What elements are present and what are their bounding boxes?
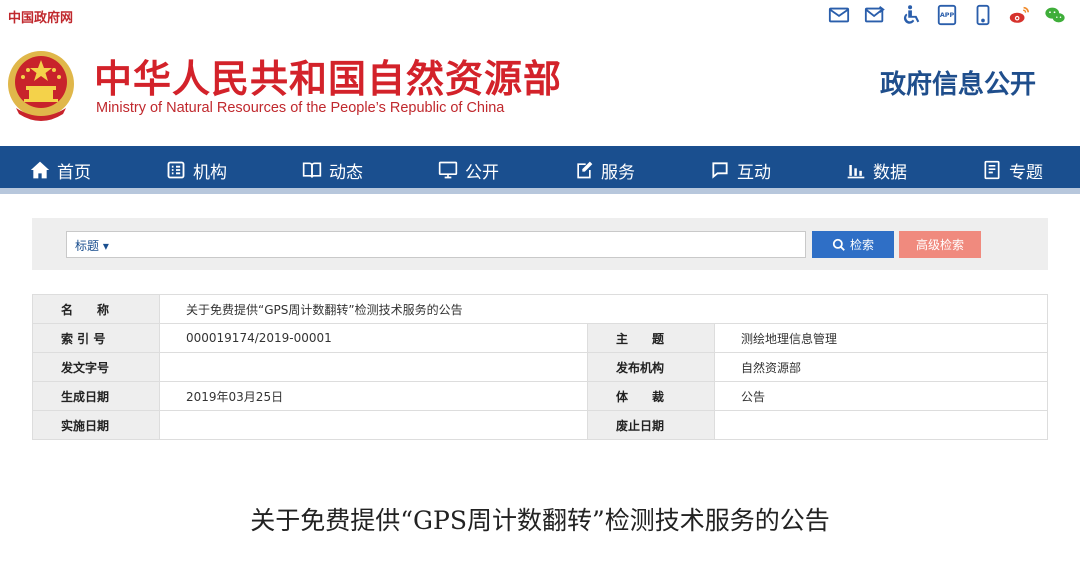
nav-item-org[interactable]: 机构 [166,146,227,194]
gov-portal-link[interactable]: 中国政府网 [8,7,73,26]
edit-icon [577,161,593,179]
nav-item-home[interactable]: 首页 [30,146,91,194]
table-row: 实施日期 废止日期 [32,410,1048,440]
main-nav: 首页 机构 动态 公开 服务 互动 数据 专题 [0,146,1080,194]
nav-item-label: 专题 [1009,162,1043,183]
nav-item-interact[interactable]: 互动 [710,146,771,194]
subject-label: 主 题 [587,323,715,353]
nav-item-service[interactable]: 服务 [574,146,635,194]
subject-value: 测绘地理信息管理 [714,323,1048,353]
publisher-label: 发布机构 [587,352,715,382]
search-icon [832,238,845,251]
chat-icon [712,162,728,179]
top-bar: 中国政府网 APP [0,0,1080,30]
monitor-icon [438,161,458,179]
publisher-value: 自然资源部 [714,352,1048,382]
doc-number-label: 发文字号 [32,352,160,382]
nav-item-label: 首页 [57,162,91,183]
search-button[interactable]: 检索 [812,231,894,258]
created-date-value: 2019年03月25日 [159,381,588,411]
nav-item-news[interactable]: 动态 [302,146,363,194]
nav-item-label: 公开 [465,162,499,183]
search-box: 标题 ▾ [66,231,806,258]
site-title: 中华人民共和国自然资源部 [94,57,563,101]
table-row: 发文字号 发布机构 自然资源部 [32,352,1048,382]
nav-item-label: 服务 [601,162,635,183]
article-title-wrap: 关于免费提供“GPS周计数翻转”检测技术服务的公告 [0,503,1080,539]
org-icon [167,161,185,179]
nav-item-label: 机构 [193,162,227,183]
expire-date-value [714,410,1048,440]
document-icon [984,160,1000,180]
genre-label: 体 裁 [587,381,715,411]
name-value: 关于免费提供“GPS周计数翻转”检测技术服务的公告 [159,294,1048,324]
effective-date-label: 实施日期 [32,410,160,440]
index-label: 索 引 号 [32,323,160,353]
mail-icon[interactable] [828,4,850,26]
national-emblem-icon [8,51,74,121]
advanced-search-button[interactable]: 高级检索 [899,231,981,258]
home-icon [30,161,50,179]
wechat-icon[interactable] [1044,4,1066,26]
app-icon[interactable]: APP [936,4,958,26]
table-row: 生成日期 2019年03月25日 体 裁 公告 [32,381,1048,411]
nav-item-label: 互动 [737,162,771,183]
svg-text:APP: APP [940,11,955,19]
nav-item-data[interactable]: 数据 [846,146,907,194]
doc-number-value [159,352,588,382]
book-icon [302,162,322,178]
table-row: 名 称 关于免费提供“GPS周计数翻转”检测技术服务的公告 [32,294,1048,324]
name-label: 名 称 [32,294,160,324]
search-panel: 标题 ▾ 检索 高级检索 [32,218,1048,270]
site-subtitle: Ministry of Natural Resources of the Peo… [96,100,505,116]
expire-date-label: 废止日期 [587,410,715,440]
article-title: 关于免费提供“GPS周计数翻转”检测技术服务的公告 [250,506,830,535]
genre-value: 公告 [714,381,1048,411]
index-value: 000019174/2019-00001 [159,323,588,353]
top-icons: APP [828,4,1066,26]
nav-item-topic[interactable]: 专题 [982,146,1043,194]
site-header: 中华人民共和国自然资源部 Ministry of Natural Resourc… [0,30,1080,146]
document-info-table: 名 称 关于免费提供“GPS周计数翻转”检测技术服务的公告 索 引 号 0000… [32,294,1048,440]
mail-forward-icon[interactable] [864,4,886,26]
bar-chart-icon [847,165,865,179]
mobile-icon[interactable] [972,4,994,26]
weibo-icon[interactable] [1008,4,1030,26]
nav-item-label: 数据 [873,162,907,183]
effective-date-value [159,410,588,440]
table-row: 索 引 号 000019174/2019-00001 主 题 测绘地理信息管理 [32,323,1048,353]
created-date-label: 生成日期 [32,381,160,411]
search-input[interactable] [127,234,797,255]
section-title: 政府信息公开 [879,70,1036,100]
nav-item-label: 动态 [329,162,363,183]
search-type-select[interactable]: 标题 ▾ [75,237,109,254]
nav-item-public[interactable]: 公开 [438,146,499,194]
accessibility-icon[interactable] [900,4,922,26]
